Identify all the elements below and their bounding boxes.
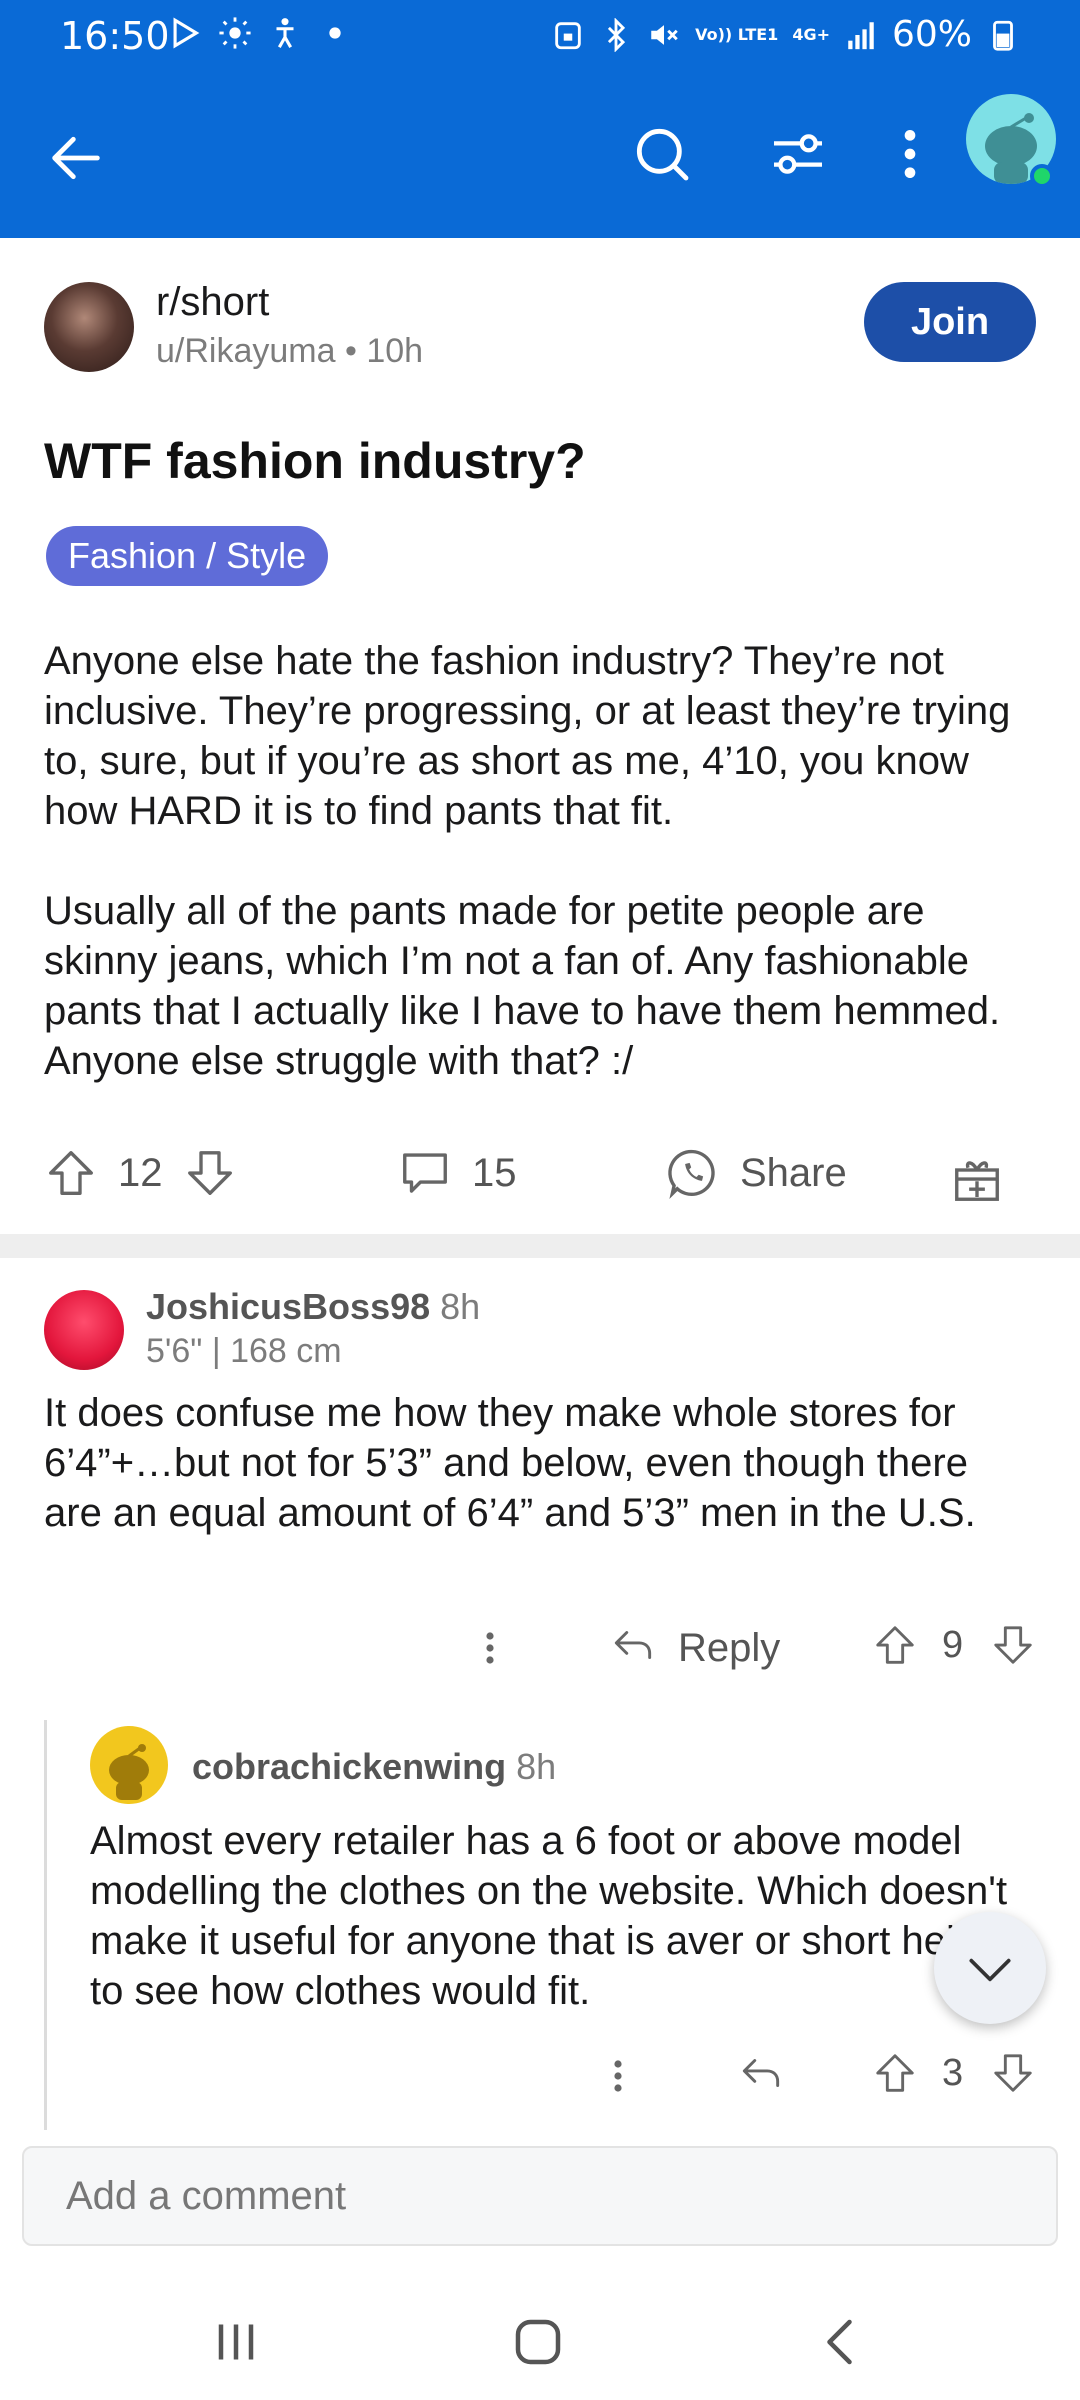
thread-line[interactable] (44, 1720, 47, 2130)
play-icon (173, 17, 200, 49)
post-meta: u/Rikayuma • 10h (156, 332, 423, 371)
downvote-icon[interactable] (183, 1146, 237, 1200)
comment-author[interactable]: JoshicusBoss98 (146, 1286, 430, 1327)
bluetooth-icon (608, 17, 626, 52)
upvote-icon[interactable] (44, 1146, 98, 1200)
join-button[interactable]: Join (864, 282, 1036, 362)
post-actions: 12 15 Share (44, 1146, 1044, 1212)
vote-group: 12 (44, 1146, 237, 1200)
share-button[interactable]: Share (666, 1146, 847, 1200)
dot-icon (329, 27, 341, 39)
post-paragraph: Usually all of the pants made for petite… (44, 889, 1001, 1083)
comment-age: 8h (516, 1746, 557, 1787)
downvote-icon[interactable] (990, 1620, 1036, 1670)
filter-icon[interactable] (766, 122, 830, 186)
upvote-icon[interactable] (872, 1620, 918, 1670)
whatsapp-icon (668, 1149, 715, 1199)
reply-icon[interactable] (608, 1620, 658, 1670)
comment-author-line: JoshicusBoss98 8h (146, 1286, 480, 1328)
back-icon[interactable] (44, 126, 108, 190)
upvote-icon[interactable] (872, 2048, 918, 2098)
post-author[interactable]: u/Rikayuma (156, 332, 336, 370)
mute-icon (651, 24, 678, 45)
comment-body: Almost every retailer has a 6 foot or ab… (90, 1819, 1011, 2013)
comment-icon (403, 1153, 447, 1193)
comment-count: 15 (472, 1150, 517, 1195)
comment-actions: 3 (600, 2048, 1040, 2108)
post-age: 10h (366, 332, 424, 370)
network-label: 4G+ (792, 24, 830, 44)
award-gift-icon[interactable] (950, 1152, 1004, 1206)
share-label: Share (740, 1150, 847, 1195)
search-icon[interactable] (630, 122, 694, 186)
next-comment-button[interactable] (934, 1912, 1046, 2024)
comment-actions: Reply 9 (470, 1620, 1040, 1680)
user-flair: 5'6" | 168 cm (146, 1332, 342, 1370)
back-nav-icon[interactable] (812, 2312, 872, 2372)
online-indicator (1030, 164, 1054, 188)
upvote-count: 12 (118, 1150, 163, 1195)
battery-icon (993, 20, 1013, 51)
section-divider (0, 1234, 1080, 1258)
battery-percent: 60% (891, 14, 972, 55)
vote-count: 9 (942, 1624, 964, 1666)
downvote-icon[interactable] (990, 2048, 1036, 2098)
brightness-icon (219, 17, 251, 49)
more-icon[interactable] (890, 122, 930, 186)
post-header: r/short u/Rikayuma • 10h Join (44, 280, 1036, 380)
chevron-down-icon (969, 1958, 1011, 1982)
comment-author-line: cobrachickenwing 8h (192, 1746, 556, 1788)
accessibility-icon (276, 18, 294, 48)
meta-separator: • (335, 332, 367, 370)
post-body: Anyone else hate the fashion industry? T… (44, 636, 1044, 1136)
comments-button[interactable]: 15 (398, 1146, 517, 1200)
system-nav-bar (0, 2270, 1080, 2400)
post-title: WTF fashion industry? (44, 433, 586, 489)
snoo-avatar-icon (109, 1744, 149, 1800)
comment-body: It does confuse me how they make whole s… (44, 1391, 976, 1535)
home-icon[interactable] (508, 2312, 568, 2372)
post-flair[interactable]: Fashion / Style (46, 526, 329, 586)
status-bar: 16:50 Vo)) LTE1 4G+ 60% (0, 0, 1080, 78)
lock-icon (555, 21, 581, 49)
more-icon[interactable] (606, 2048, 630, 2104)
vote-count: 3 (942, 2052, 964, 2094)
comment-author[interactable]: cobrachickenwing (192, 1746, 506, 1787)
more-icon[interactable] (478, 1620, 502, 1676)
signal-icon (848, 21, 874, 49)
status-left-icons (168, 16, 352, 50)
reply-icon[interactable] (736, 2048, 786, 2098)
add-comment-input[interactable] (22, 2146, 1058, 2246)
reply-button[interactable]: Reply (678, 1626, 780, 1671)
volte-label: Vo)) LTE1 (695, 24, 779, 44)
recent-apps-icon[interactable] (206, 2312, 266, 2372)
subreddit-avatar[interactable] (44, 282, 134, 372)
status-time: 16:50 (60, 14, 170, 58)
app-bar (0, 78, 1080, 238)
status-right-icons: Vo)) LTE1 4G+ 60% (551, 14, 1020, 55)
subreddit-name[interactable]: r/short (156, 280, 269, 325)
post-paragraph: Anyone else hate the fashion industry? T… (44, 639, 1011, 833)
comment-avatar[interactable] (44, 1290, 124, 1370)
comment-age: 8h (440, 1286, 481, 1327)
comment-avatar[interactable] (90, 1726, 168, 1804)
